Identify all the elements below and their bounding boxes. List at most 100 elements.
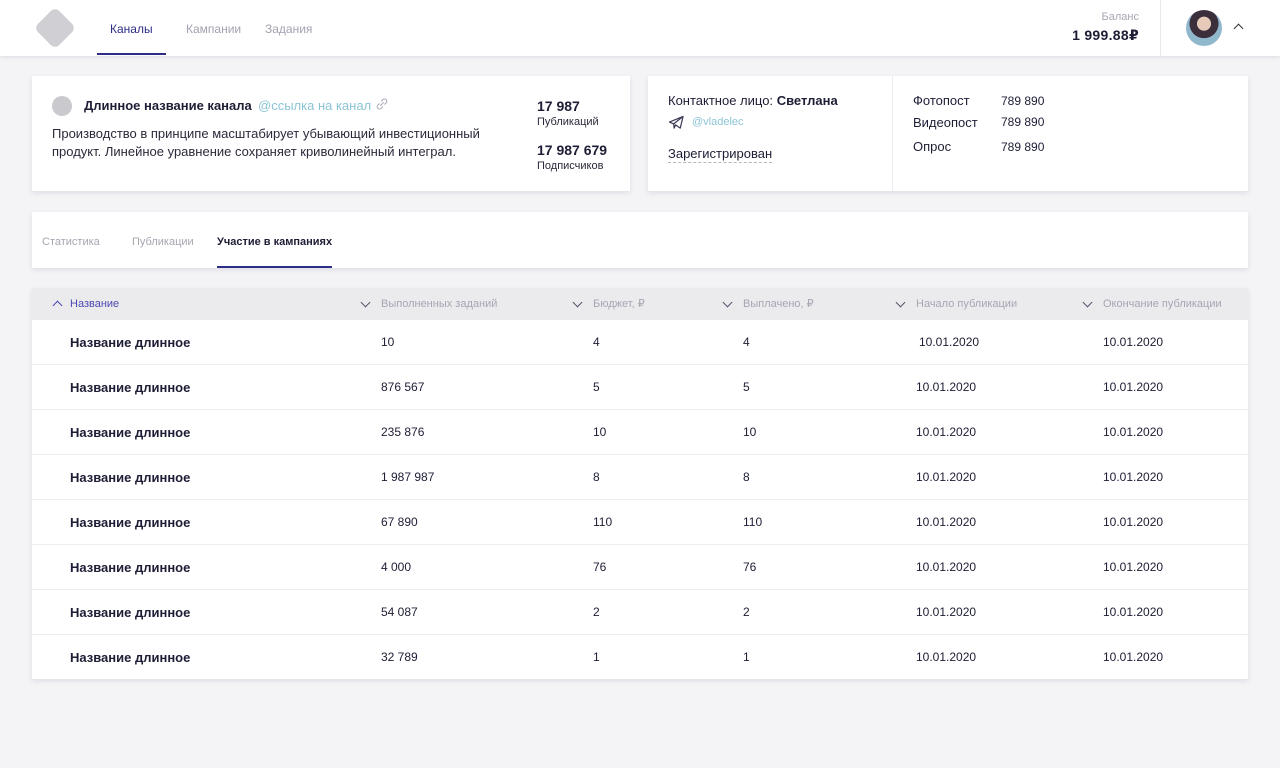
- table-row[interactable]: Название длинное 67 890 110 110 10.01.20…: [32, 500, 1248, 545]
- channel-name: Длинное название канала: [84, 98, 252, 113]
- chevron-down-icon[interactable]: [895, 297, 906, 308]
- tab-campaigns[interactable]: Участие в кампаниях: [217, 212, 333, 268]
- cell-end: 10.01.2020: [1103, 470, 1164, 484]
- column-header-start[interactable]: Начало публикации: [916, 288, 1017, 320]
- price-value-poll: 789 890: [1001, 140, 1045, 154]
- cell-completed: 876 567: [381, 380, 425, 394]
- nav-tab-channels[interactable]: Каналы: [97, 0, 166, 56]
- cell-name: Название длинное: [70, 560, 191, 575]
- cell-end: 10.01.2020: [1103, 380, 1164, 394]
- table-row[interactable]: Название длинное 1 987 987 8 8 10.01.202…: [32, 455, 1248, 500]
- publications-count: 17 987: [537, 98, 580, 114]
- chevron-down-icon[interactable]: [722, 297, 733, 308]
- column-header-name[interactable]: Название: [70, 288, 119, 320]
- subscribers-count: 17 987 679: [537, 142, 608, 158]
- table-header: Название Выполненных заданий Бюджет, ₽ В…: [32, 288, 1248, 320]
- cell-start: 10.01.2020: [916, 560, 977, 574]
- cell-budget: 76: [593, 560, 607, 574]
- cell-paid: 8: [743, 470, 750, 484]
- cell-budget: 5: [593, 380, 600, 394]
- nav-tab-tasks[interactable]: Задания: [252, 0, 325, 56]
- cell-end: 10.01.2020: [1103, 425, 1164, 439]
- table-row[interactable]: Название длинное 4 000 76 76 10.01.2020 …: [32, 545, 1248, 590]
- cell-start: 10.01.2020: [919, 335, 980, 349]
- registration-status[interactable]: Зарегистрирован: [668, 146, 773, 163]
- avatar[interactable]: [1186, 10, 1222, 46]
- channel-link[interactable]: @ссылка на канал: [258, 98, 371, 113]
- table-row[interactable]: Название длинное 876 567 5 5 10.01.2020 …: [32, 365, 1248, 410]
- contact-person: Контактное лицо: Светлана: [668, 93, 838, 108]
- sort-asc-icon[interactable]: [52, 300, 63, 311]
- cell-start: 10.01.2020: [916, 380, 977, 394]
- cell-name: Название длинное: [70, 425, 191, 440]
- channel-description: Производство в принципе масштабирует убы…: [52, 126, 480, 159]
- nav-tab-campaigns[interactable]: Кампании: [173, 0, 254, 56]
- campaigns-table: Название Выполненных заданий Бюджет, ₽ В…: [32, 288, 1248, 679]
- publications-label: Публикаций: [537, 116, 599, 128]
- table-row[interactable]: Название длинное 54 087 2 2 10.01.2020 1…: [32, 590, 1248, 635]
- balance-value: 1 999.88₽: [1072, 27, 1139, 43]
- cell-start: 10.01.2020: [916, 425, 977, 439]
- contact-name: Светлана: [776, 93, 838, 108]
- price-value-video: 789 890: [1001, 115, 1045, 129]
- contact-label: Контактное лицо:: [668, 93, 774, 108]
- cell-name: Название длинное: [70, 605, 191, 620]
- cell-name: Название длинное: [70, 470, 191, 485]
- table-row[interactable]: Название длинное 10 4 4 10.01.2020 10.01…: [32, 320, 1248, 365]
- price-label-poll: Опрос: [913, 139, 952, 154]
- cell-paid: 76: [743, 560, 757, 574]
- table-row[interactable]: Название длинное 235 876 10 10 10.01.202…: [32, 410, 1248, 455]
- cell-paid: 5: [743, 380, 750, 394]
- cell-end: 10.01.2020: [1103, 605, 1164, 619]
- cell-start: 10.01.2020: [916, 605, 977, 619]
- column-header-end[interactable]: Окончание публикации: [1103, 288, 1222, 320]
- telegram-handle[interactable]: @vladelec: [692, 116, 744, 128]
- price-label-photo: Фотопост: [913, 93, 970, 108]
- cell-paid: 2: [743, 605, 750, 619]
- column-header-paid[interactable]: Выплачено, ₽: [743, 288, 814, 320]
- cell-name: Название длинное: [70, 515, 191, 530]
- cell-completed: 1 987 987: [381, 470, 435, 484]
- cell-name: Название длинное: [70, 650, 191, 665]
- cell-completed: 67 890: [381, 515, 418, 529]
- telegram-icon: [668, 115, 684, 129]
- cell-completed: 235 876: [381, 425, 425, 439]
- tab-statistics[interactable]: Статистика: [42, 212, 100, 268]
- cell-budget: 8: [593, 470, 600, 484]
- cell-name: Название длинное: [70, 335, 191, 350]
- card-divider: [892, 76, 893, 191]
- cell-start: 10.01.2020: [916, 470, 977, 484]
- cell-paid: 110: [743, 515, 763, 529]
- price-label-video: Видеопост: [913, 115, 978, 130]
- table-row[interactable]: Название длинное 32 789 1 1 10.01.2020 1…: [32, 635, 1248, 680]
- contact-card: Контактное лицо: Светлана @vladelec Заре…: [648, 76, 1248, 191]
- cell-budget: 2: [593, 605, 600, 619]
- channel-info-card: Длинное название канала @ссылка на канал…: [32, 76, 630, 191]
- cell-budget: 4: [593, 335, 600, 349]
- column-header-budget[interactable]: Бюджет, ₽: [593, 288, 645, 320]
- cell-budget: 10: [593, 425, 607, 439]
- tabs-bar: Статистика Публикации Участие в кампания…: [32, 212, 1248, 268]
- chevron-down-icon[interactable]: [1082, 297, 1093, 308]
- cell-end: 10.01.2020: [1103, 650, 1164, 664]
- column-header-completed[interactable]: Выполненных заданий: [381, 288, 497, 320]
- logo[interactable]: [33, 6, 77, 50]
- cell-completed: 54 087: [381, 605, 418, 619]
- cell-completed: 10: [381, 335, 395, 349]
- cell-start: 10.01.2020: [916, 650, 977, 664]
- cell-budget: 110: [593, 515, 613, 529]
- chevron-down-icon[interactable]: [572, 297, 583, 308]
- top-bar: Каналы Кампании Задания Баланс 1 999.88₽: [0, 0, 1280, 56]
- tab-publications[interactable]: Публикации: [132, 212, 194, 268]
- chevron-up-icon[interactable]: [1233, 23, 1244, 34]
- balance-label: Баланс: [1101, 11, 1139, 23]
- cell-completed: 4 000: [381, 560, 412, 574]
- cell-budget: 1: [593, 650, 600, 664]
- link-icon[interactable]: [375, 97, 389, 111]
- price-value-photo: 789 890: [1001, 94, 1045, 108]
- subscribers-label: Подписчиков: [537, 160, 604, 172]
- cell-paid: 4: [743, 335, 750, 349]
- chevron-down-icon[interactable]: [360, 297, 371, 308]
- header-divider: [1160, 0, 1161, 56]
- cell-paid: 1: [743, 650, 750, 664]
